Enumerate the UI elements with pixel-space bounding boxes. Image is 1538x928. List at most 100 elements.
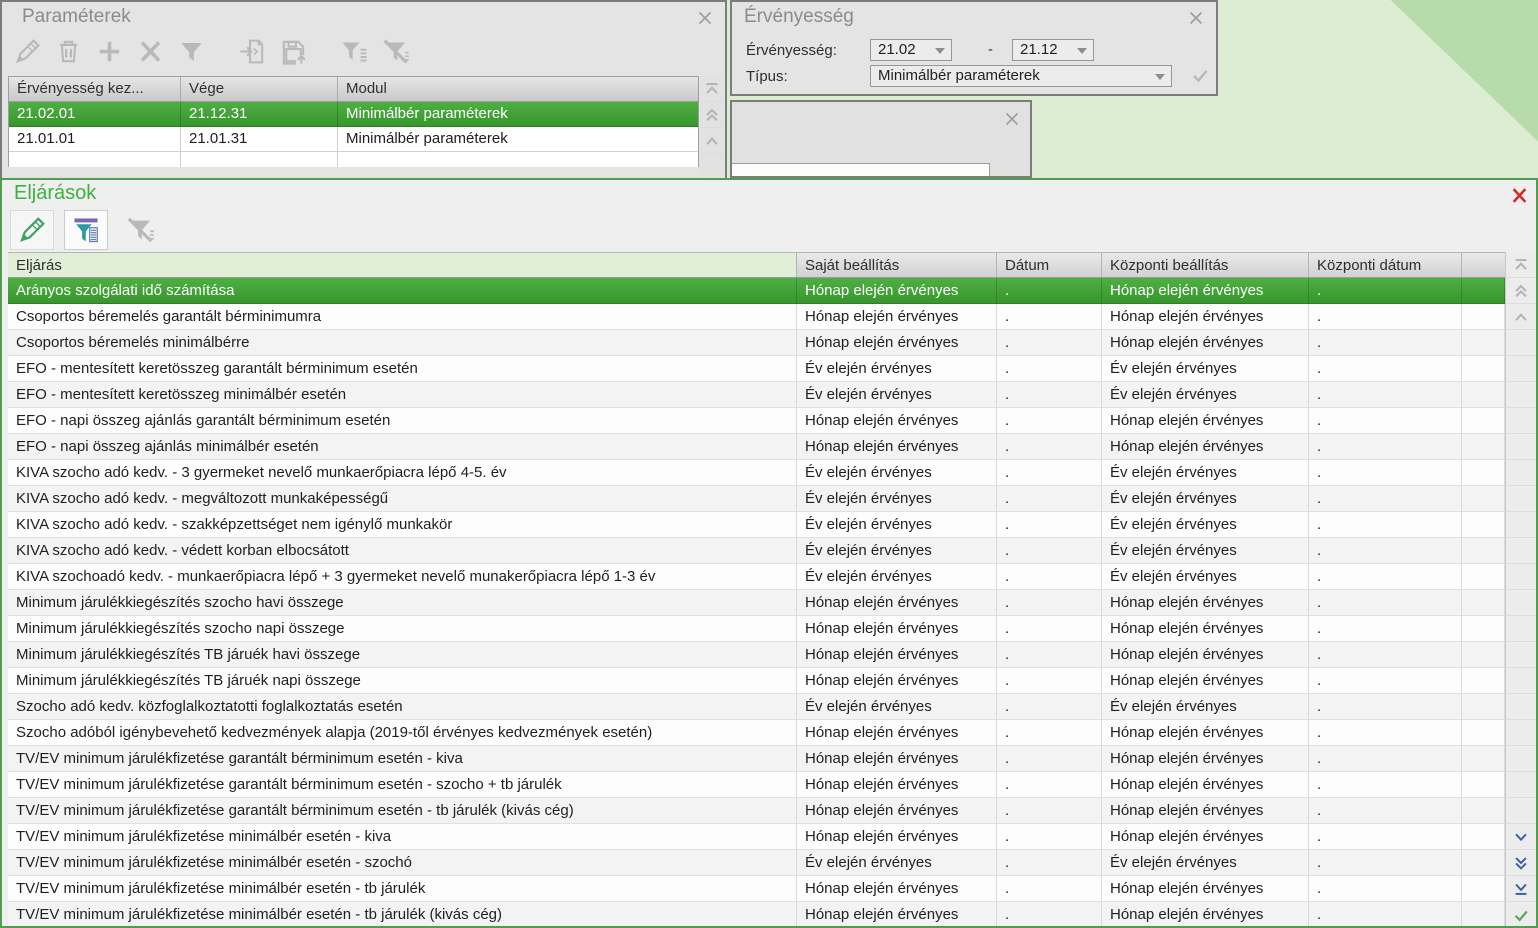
table-row[interactable]: 21.01.0121.01.31Minimálbér paraméterek [9,127,698,152]
table-cell: Év elején érvényes [1102,512,1309,537]
close-button[interactable] [1004,111,1020,127]
table-row[interactable]: TV/EV minimum járulékfizetése garantált … [8,798,1505,824]
column-header-date[interactable]: Dátum [997,253,1102,277]
table-cell: Minimum járulékkiegészítés szocho napi ö… [8,616,797,641]
table-row[interactable]: 21.02.0121.12.31Minimálbér paraméterek [9,102,698,127]
table-cell [1462,616,1505,641]
table-cell: . [997,486,1102,511]
table-row[interactable]: KIVA szochoadó kedv. - munkaerőpiacra lé… [8,564,1505,590]
confirm-icon [1190,65,1210,85]
table-row[interactable]: TV/EV minimum járulékfizetése garantált … [8,746,1505,772]
scroll-top-button[interactable] [700,76,724,102]
scroll-up-icon [703,132,721,150]
table-cell: Minimálbér paraméterek [338,127,698,151]
table-row[interactable]: TV/EV minimum járulékfizetése garantált … [8,772,1505,798]
table-row[interactable]: Szocho adó kedv. közfoglalkoztatotti fog… [8,694,1505,720]
table-cell [1462,330,1505,355]
column-header-module[interactable]: Modul [338,77,698,101]
table-cell: . [997,278,1102,303]
scroll-up-button[interactable] [700,128,724,154]
table-row[interactable]: Minimum járulékkiegészítés szocho havi ö… [8,590,1505,616]
table-row[interactable]: KIVA szocho adó kedv. - szakképzettséget… [8,512,1505,538]
table-row[interactable]: EFO - mentesített keretösszeg minimálbér… [8,382,1505,408]
scroll-pageup-icon [703,106,721,124]
table-cell [1462,642,1505,667]
scroll-bottom-icon [1512,880,1530,898]
table-row[interactable]: Minimum járulékkiegészítés TB járuék nap… [8,668,1505,694]
table-cell: Hónap elején érvényes [797,902,997,927]
column-header-procedure[interactable]: Eljárás [8,253,797,277]
close-button[interactable] [1188,10,1204,26]
edit-button[interactable] [10,35,44,67]
scroll-bottom-button[interactable] [1506,876,1536,902]
table-cell [1462,356,1505,381]
table-row[interactable]: EFO - napi összeg ajánlás minimálbér ese… [8,434,1505,460]
add-button[interactable] [92,35,126,67]
confirm-button[interactable] [1506,902,1536,928]
table-cell: . [997,382,1102,407]
table-row[interactable]: KIVA szocho adó kedv. - megváltozott mun… [8,486,1505,512]
table-row[interactable]: EFO - napi összeg ajánlás garantált bérm… [8,408,1505,434]
scroll-up-button[interactable] [1506,304,1536,330]
scroll-pagedown-button[interactable] [1506,850,1536,876]
import-button[interactable] [235,35,269,67]
edit-button[interactable] [10,210,54,250]
type-dropdown[interactable]: Minimálbér paraméterek [870,65,1172,87]
table-row[interactable]: TV/EV minimum járulékfizetése minimálbér… [8,850,1505,876]
table-cell: Hónap elején érvényes [1102,824,1309,849]
table-cell: . [1309,278,1462,303]
table-cell: Hónap elején érvényes [797,278,997,303]
table-cell: . [997,850,1102,875]
validity-to-dropdown[interactable]: 21.12 [1012,39,1094,61]
export-button[interactable] [276,35,310,67]
cancel-button[interactable] [133,35,167,67]
column-header-end[interactable]: Vége [181,77,338,101]
scrollbar-cell [1506,512,1536,538]
table-cell: Hónap elején érvényes [1102,798,1309,823]
table-cell [1462,824,1505,849]
table-cell: Hónap elején érvényes [1102,408,1309,433]
table-cell [1462,460,1505,485]
filter-clear-button[interactable] [118,210,162,250]
column-header-central-setting[interactable]: Központi beállítás [1102,253,1309,277]
table-cell [1462,538,1505,563]
scrollbar-cell [1506,408,1536,434]
table-row[interactable]: TV/EV minimum járulékfizetése minimálbér… [8,824,1505,850]
validity-from-dropdown[interactable]: 21.02 [870,39,952,61]
table-row[interactable]: Szocho adóból igénybevehető kedvezmények… [8,720,1505,746]
confirm-button[interactable] [1190,65,1210,90]
table-cell: Hónap elején érvényes [1102,876,1309,901]
filter-button[interactable] [174,35,208,67]
table-cell: Év elején érvényes [797,694,997,719]
table-cell: . [1309,772,1462,797]
filter-sort-button[interactable] [337,35,371,67]
table-cell [1462,408,1505,433]
column-header-validity-start[interactable]: Érvényesség kez... [9,77,181,101]
filter-clear-button[interactable] [378,35,412,67]
delete-button[interactable] [51,35,85,67]
close-button[interactable] [1511,187,1527,203]
column-header-central-date[interactable]: Központi dátum [1309,253,1462,277]
close-button[interactable] [697,10,713,26]
scroll-pageup-button[interactable] [1506,278,1536,304]
table-body: 21.02.0121.12.31Minimálbér paraméterek21… [9,102,698,152]
scrollbar-cell [1506,668,1536,694]
table-row[interactable]: Minimum járulékkiegészítés TB járuék hav… [8,642,1505,668]
column-header-own-setting[interactable]: Saját beállítás [797,253,997,277]
table-row[interactable]: Csoportos béremelés garantált bérminimum… [8,304,1505,330]
table-cell: . [1309,486,1462,511]
table-row[interactable]: EFO - mentesített keretösszeg garantált … [8,356,1505,382]
scroll-top-button[interactable] [1506,252,1536,278]
scroll-pageup-button[interactable] [700,102,724,128]
table-row[interactable]: KIVA szocho adó kedv. - védett korban el… [8,538,1505,564]
table-row[interactable]: KIVA szocho adó kedv. - 3 gyermeket neve… [8,460,1505,486]
table-row[interactable]: Minimum járulékkiegészítés szocho napi ö… [8,616,1505,642]
table-row[interactable]: TV/EV minimum járulékfizetése minimálbér… [8,902,1505,928]
scroll-down-button[interactable] [1506,824,1536,850]
table-row[interactable]: Arányos szolgálati idő számításaHónap el… [8,278,1505,304]
table-cell: TV/EV minimum járulékfizetése minimálbér… [8,850,797,875]
table-row[interactable]: Csoportos béremelés minimálbérreHónap el… [8,330,1505,356]
filter-active-button[interactable] [64,210,108,250]
table-cell: Minimum járulékkiegészítés TB járuék hav… [8,642,797,667]
table-row[interactable]: TV/EV minimum járulékfizetése minimálbér… [8,876,1505,902]
